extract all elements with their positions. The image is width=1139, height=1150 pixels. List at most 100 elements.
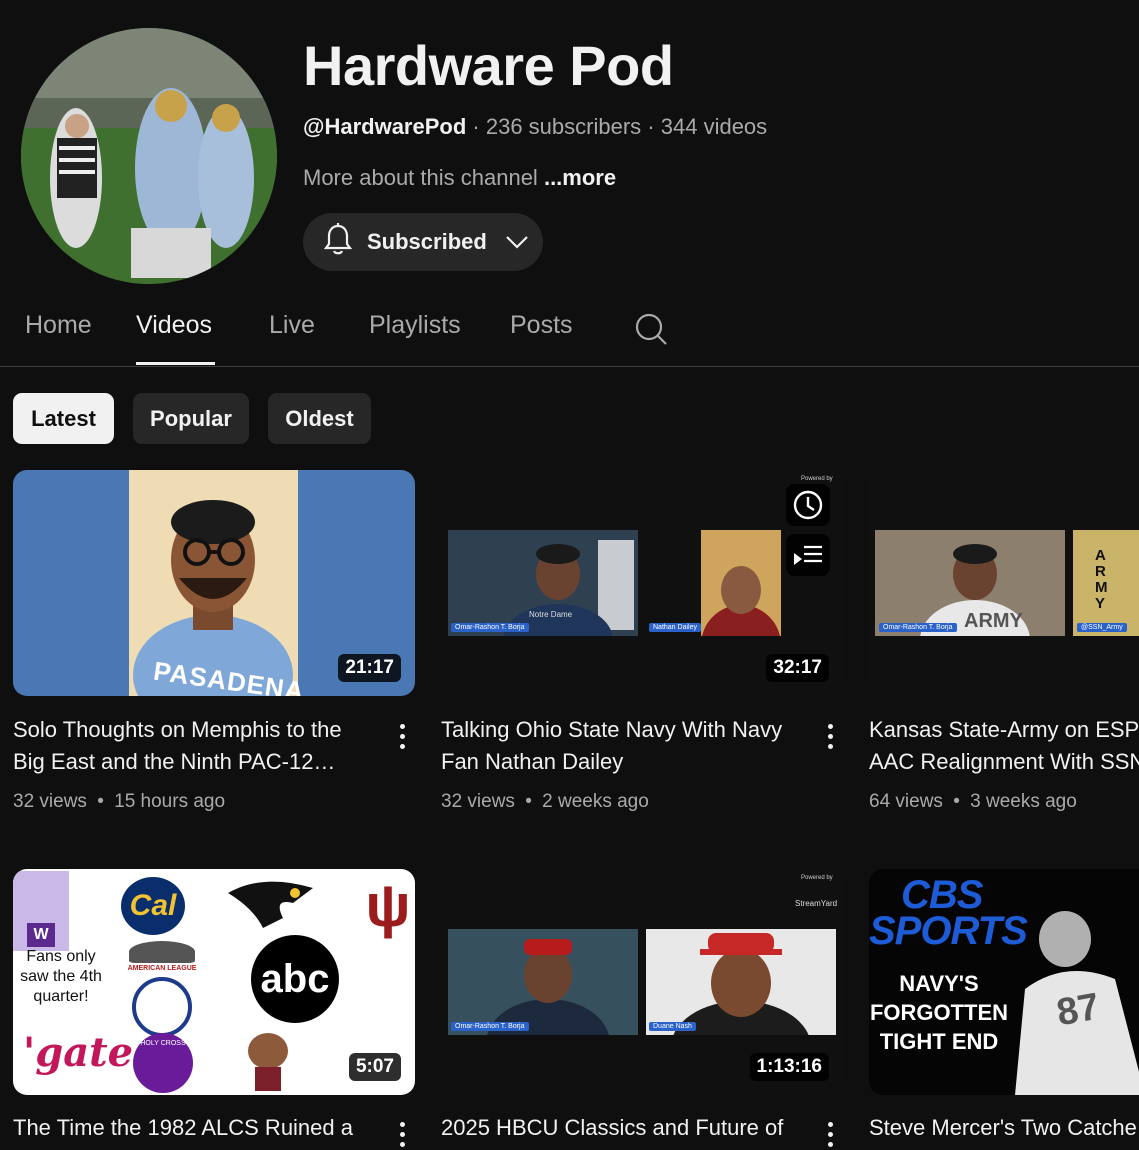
jersey-number: 87 [1053, 985, 1103, 1035]
subscribed-label: Subscribed [367, 229, 487, 254]
video-meta: 32 views • 15 hours ago [13, 791, 225, 813]
abc-logo: abc [251, 935, 339, 1023]
channel-tabs: Home Videos Live Playlists Posts [0, 296, 1139, 367]
upload-age: 3 weeks ago [970, 791, 1077, 812]
video-title-line: Kansas State-Army on ESP [869, 717, 1139, 742]
video-duration: 1:13:16 [749, 1053, 829, 1081]
thumb-shirt-text: Notre Dame [529, 610, 573, 619]
video-title-line: AAC Realignment With SSN [869, 749, 1139, 774]
cal-logo: Cal [121, 877, 185, 935]
thumb-powered-text: Powered by [801, 875, 833, 881]
video-title[interactable]: Steve Mercer's Two Catche [869, 1112, 1139, 1144]
participant-name-tag: Omar-Rashon T. Borja [451, 1022, 529, 1031]
video-meta: 32 views • 2 weeks ago [441, 791, 649, 813]
participant-name-tag: @SSN_Army [1077, 623, 1127, 632]
video-title-line: Fan Nathan Dailey [441, 749, 624, 774]
more-options-icon[interactable] [390, 720, 414, 752]
thumb-webcam-right [646, 929, 836, 1093]
thumb-headline-line: NAVY'S [899, 971, 979, 996]
chevron-down-icon [505, 229, 529, 255]
meta-separator: · [472, 114, 480, 139]
filter-oldest[interactable]: Oldest [268, 393, 371, 444]
video-thumbnail[interactable]: Powered by Notre Dame Omar-Rashon T. Bor… [441, 470, 843, 696]
thumb-powered-text: Powered by [801, 476, 833, 482]
meta-separator: • [97, 791, 104, 812]
tab-playlists[interactable]: Playlists [369, 311, 461, 340]
channel-title: Hardware Pod [303, 34, 674, 97]
filter-popular[interactable]: Popular [133, 393, 249, 444]
thumb-headline-line: FORGOTTEN [869, 1000, 1009, 1025]
participant-name-tag: Nathan Dailey [649, 623, 701, 632]
channel-meta: @HardwarePod · 236 subscribers · 344 vid… [303, 114, 767, 140]
video-title[interactable]: 2025 HBCU Classics and Future of [441, 1112, 801, 1144]
video-title-line: Solo Thoughts on Memphis to the [13, 717, 342, 742]
video-count: 344 videos [660, 114, 768, 139]
thumb-webcam-right [701, 530, 781, 685]
thumb-caption: Fans only saw the 4th quarter! [20, 948, 102, 1005]
video-duration: 32:17 [766, 654, 829, 682]
about-text: More about this channel [303, 165, 538, 190]
participant-name-tag: Omar-Rashon T. Borja [451, 623, 529, 632]
bell-icon [323, 222, 353, 262]
tab-posts[interactable]: Posts [510, 311, 573, 340]
subscriber-count: 236 subscribers [485, 114, 642, 139]
video-thumbnail[interactable]: W Fans only saw the 4th quarter! Cal ψ A… [13, 869, 415, 1095]
thumb-webcam-left [448, 929, 638, 1087]
video-thumbnail[interactable]: ARMY ARMY Omar-Rashon T. Borja @SSN_Army [869, 470, 1139, 696]
view-count: 64 views [869, 791, 943, 812]
more-link[interactable]: ...more [544, 165, 616, 190]
video-title-line: The Time the 1982 ALCS Ruined a [13, 1115, 353, 1140]
more-options-icon[interactable] [390, 1118, 414, 1150]
indiana-logo: ψ [365, 872, 411, 939]
video-title-line: Big East and the Ninth PAC-12… [13, 749, 336, 774]
gate-text: 'gate [23, 1029, 134, 1076]
thumb-headline: NAVY'S FORGOTTEN TIGHT END [869, 969, 1009, 1056]
filter-latest[interactable]: Latest [13, 393, 114, 444]
search-icon[interactable] [634, 312, 668, 346]
tab-videos[interactable]: Videos [136, 311, 212, 340]
channel-handle: @HardwarePod [303, 114, 467, 139]
thumb-headline-line: TIGHT END [879, 1029, 999, 1054]
video-title-line: Steve Mercer's Two Catche [869, 1115, 1137, 1140]
channel-about[interactable]: More about this channel ...more [303, 165, 616, 191]
video-title-line: Talking Ohio State Navy With Navy [441, 717, 783, 742]
video-title-line: 2025 HBCU Classics and Future of [441, 1115, 784, 1140]
video-title[interactable]: Solo Thoughts on Memphis to the Big East… [13, 714, 373, 778]
american-league-text: AMERICAN LEAGUE [127, 965, 197, 972]
active-tab-indicator [136, 362, 215, 365]
tab-home[interactable]: Home [25, 311, 92, 340]
bulldog-logo [248, 1033, 288, 1091]
subscribed-button[interactable]: Subscribed [303, 213, 543, 271]
participant-name-tag: Omar-Rashon T. Borja [879, 623, 957, 632]
video-title[interactable]: Talking Ohio State Navy With Navy Fan Na… [441, 714, 801, 778]
tab-live[interactable]: Live [269, 311, 315, 340]
cbs-logo-bottom: SPORTS [869, 909, 1028, 953]
holy-cross-logo: HOLY CROSS [133, 1033, 193, 1093]
view-count: 32 views [13, 791, 87, 812]
upload-age: 15 hours ago [114, 791, 226, 812]
video-thumbnail[interactable]: PASADENA 21:17 [13, 470, 415, 696]
meta-separator: • [953, 791, 960, 812]
video-thumbnail[interactable]: Powered by StreamYard Omar-Rashon T. Bor… [441, 869, 843, 1095]
video-duration: 5:07 [348, 1053, 401, 1081]
video-title[interactable]: Kansas State-Army on ESP AAC Realignment… [869, 714, 1139, 778]
watch-later-icon[interactable] [786, 484, 830, 526]
upload-age: 2 weeks ago [542, 791, 649, 812]
thumb-banner-text: ARMY [1095, 547, 1108, 612]
more-options-icon[interactable] [818, 720, 842, 752]
hawkeye-logo [228, 881, 313, 928]
meta-separator: • [525, 791, 532, 812]
video-meta: 64 views • 3 weeks ago [869, 791, 1077, 813]
participant-name-tag: Duane Nash [649, 1022, 696, 1031]
video-title[interactable]: The Time the 1982 ALCS Ruined a [13, 1112, 373, 1144]
streamyard-logo: StreamYard [795, 899, 838, 908]
more-options-icon[interactable] [818, 1118, 842, 1150]
video-thumbnail[interactable]: CBS SPORTS 87 NAVY'S FORGOTTEN TIGHT END [869, 869, 1139, 1095]
channel-avatar[interactable] [21, 28, 277, 284]
thumb-webcam-right: ARMY [1073, 530, 1139, 636]
thumb-shirt-text: ARMY [964, 610, 1023, 632]
meta-separator: · [647, 114, 655, 139]
washington-w: W [27, 923, 55, 947]
washington-logo: W [13, 871, 69, 951]
add-to-queue-icon[interactable] [786, 534, 830, 576]
